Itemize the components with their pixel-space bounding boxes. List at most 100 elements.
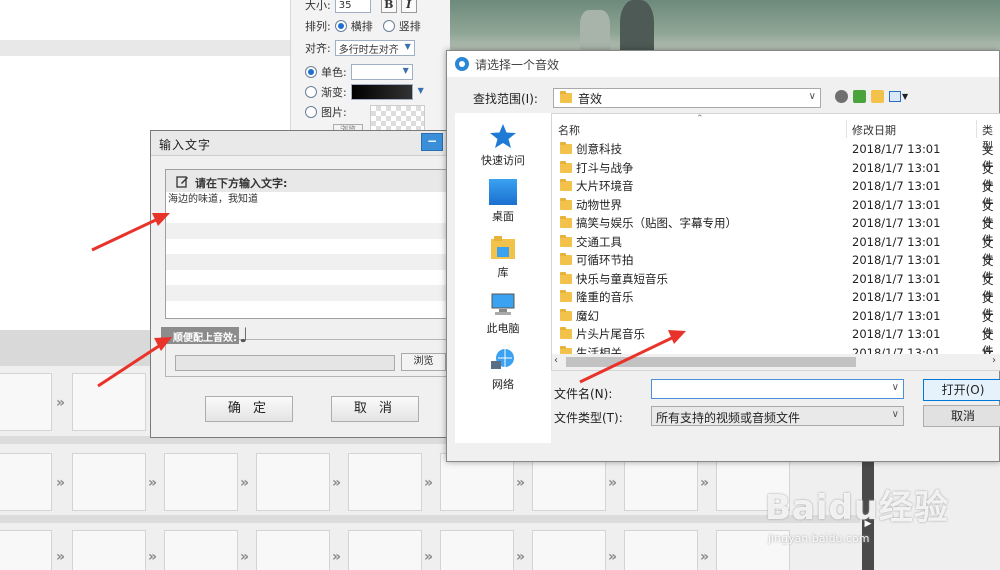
- chevron-right-icon: »: [332, 549, 342, 565]
- place-label: 库: [497, 266, 509, 279]
- file-row[interactable]: 交通工具 2018/1/7 13:01 文件: [552, 233, 1000, 266]
- column-name[interactable]: 名称: [558, 122, 580, 138]
- desktop-icon: [489, 179, 517, 205]
- timeline-clip[interactable]: [72, 373, 146, 431]
- chevron-right-icon: »: [516, 549, 526, 565]
- timeline-clip[interactable]: [0, 530, 52, 570]
- chevron-right-icon[interactable]: ›: [992, 355, 996, 366]
- scrollbar-thumb[interactable]: [566, 357, 856, 367]
- column-date[interactable]: 修改日期: [852, 122, 896, 138]
- places-bar: 快速访问 桌面 库 此电脑 网络: [455, 113, 551, 443]
- timeline-clip[interactable]: [440, 530, 514, 570]
- text-input-header: 请在下方输入文字:: [166, 170, 450, 192]
- filetype-select[interactable]: 所有支持的视频或音频文件 ∨: [651, 406, 904, 426]
- timeline-divider: [0, 515, 860, 523]
- text-line-empty[interactable]: [166, 270, 450, 286]
- chevron-left-icon[interactable]: ‹: [554, 355, 558, 366]
- audio-path-field[interactable]: [175, 355, 395, 371]
- place-network[interactable]: 网络: [455, 347, 551, 392]
- back-icon[interactable]: [835, 90, 848, 103]
- file-date: 2018/1/7 13:01: [852, 160, 941, 175]
- file-row[interactable]: 搞笑与娱乐（贴图、字幕专用） 2018/1/7 13:01 文件: [552, 214, 1000, 247]
- file-name: 打斗与战争: [560, 160, 634, 176]
- place-libraries[interactable]: 库: [455, 235, 551, 280]
- place-quick-access[interactable]: 快速访问: [455, 123, 551, 168]
- file-row[interactable]: 打斗与战争 2018/1/7 13:01 文件: [552, 159, 1000, 192]
- gradient-radio[interactable]: [305, 86, 317, 98]
- cancel-button[interactable]: 取消: [923, 405, 1000, 427]
- timeline-clip[interactable]: [532, 530, 606, 570]
- file-row[interactable]: 隆重的音乐 2018/1/7 13:01 文件: [552, 288, 1000, 321]
- dialog-title: 输入文字: [151, 131, 449, 156]
- file-row[interactable]: 片头片尾音乐 2018/1/7 13:01 文件: [552, 325, 1000, 358]
- new-folder-icon[interactable]: [871, 90, 884, 103]
- timeline-clip[interactable]: [72, 530, 146, 570]
- file-row[interactable]: 动物世界 2018/1/7 13:01 文件: [552, 196, 1000, 229]
- align-select[interactable]: 多行时左对齐 ▼: [334, 40, 415, 56]
- timeline-clip[interactable]: [624, 530, 698, 570]
- timeline-clip[interactable]: [348, 453, 422, 511]
- text-line-empty[interactable]: [166, 239, 450, 255]
- solid-color-select[interactable]: ▼: [350, 64, 413, 80]
- vertical-radio[interactable]: [382, 20, 395, 32]
- file-date: 2018/1/7 13:01: [852, 179, 941, 193]
- filetype-value: 所有支持的视频或音频文件: [656, 411, 801, 425]
- file-name-text: 魔幻: [576, 308, 599, 323]
- text-line-empty[interactable]: [166, 301, 450, 317]
- input-text-dialog: 输入文字 − 请在下方输入文字: 海边的味道，我知道 顺便配上音效: ♩ 浏览 …: [150, 130, 451, 438]
- solid-radio[interactable]: [305, 66, 317, 78]
- file-row[interactable]: 可循环节拍 2018/1/7 13:01 文件: [552, 251, 1000, 284]
- chevron-right-icon: »: [700, 475, 710, 491]
- text-line-empty[interactable]: [166, 254, 450, 270]
- gradient-select[interactable]: ▼: [350, 84, 424, 100]
- file-row[interactable]: 创意科技 2018/1/7 13:01 文件: [552, 140, 1000, 173]
- cancel-button[interactable]: 取 消: [331, 396, 419, 422]
- image-radio[interactable]: [305, 106, 317, 118]
- file-name: 动物世界: [560, 197, 622, 213]
- audio-browse-button[interactable]: 浏览: [401, 353, 446, 371]
- text-line-empty[interactable]: [166, 285, 450, 301]
- place-desktop[interactable]: 桌面: [455, 179, 551, 224]
- look-in-select[interactable]: 音效 ∨: [553, 88, 821, 108]
- filename-input[interactable]: ∨: [651, 379, 904, 399]
- horizontal-radio[interactable]: [334, 20, 347, 32]
- timeline-clip[interactable]: [348, 530, 422, 570]
- place-this-pc[interactable]: 此电脑: [455, 291, 551, 336]
- file-list[interactable]: 名称 ⌃ 修改日期 类型 创意科技 2018/1/7 13:01 文件 打斗与战争 20…: [551, 113, 1000, 371]
- text-line[interactable]: 海边的味道，我知道: [166, 192, 450, 208]
- edit-icon: [176, 175, 189, 191]
- timeline-clip[interactable]: [72, 453, 146, 511]
- file-name: 搞笑与娱乐（贴图、字幕专用）: [560, 215, 737, 231]
- file-row[interactable]: 快乐与童真短音乐 2018/1/7 13:01 文件: [552, 270, 1000, 303]
- chevron-down-icon[interactable]: ∨: [892, 382, 899, 393]
- ok-button[interactable]: 确 定: [205, 396, 293, 422]
- file-row[interactable]: 魔幻 2018/1/7 13:01 文件: [552, 307, 1000, 340]
- timeline-clip[interactable]: [0, 453, 52, 511]
- minimize-button[interactable]: −: [421, 133, 443, 151]
- bold-button[interactable]: B: [380, 0, 397, 13]
- watermark-url: jingyan.baidu.com: [768, 532, 870, 545]
- chevron-right-icon: »: [700, 549, 710, 565]
- timeline-clip[interactable]: [256, 530, 330, 570]
- view-menu-icon[interactable]: ▼: [889, 90, 911, 103]
- open-button[interactable]: 打开(O): [923, 379, 1000, 401]
- up-folder-icon[interactable]: [853, 90, 866, 103]
- timeline-clip[interactable]: [256, 453, 330, 511]
- file-name: 交通工具: [560, 234, 622, 250]
- text-line-empty[interactable]: [166, 208, 450, 224]
- size-input[interactable]: 35: [334, 0, 371, 13]
- size-row: 大小: 35 B I: [305, 0, 417, 13]
- file-name: 创意科技: [560, 141, 622, 157]
- chevron-right-icon: »: [332, 475, 342, 491]
- file-name-text: 大片环境音: [576, 179, 634, 193]
- timeline-clip[interactable]: [0, 373, 52, 431]
- text-line-empty[interactable]: [166, 223, 450, 239]
- file-row[interactable]: 大片环境音 2018/1/7 13:01 文件: [552, 177, 1000, 210]
- timeline-clip[interactable]: [164, 453, 238, 511]
- timeline-clip[interactable]: [164, 530, 238, 570]
- text-input-area[interactable]: 请在下方输入文字: 海边的味道，我知道: [165, 169, 451, 319]
- italic-button[interactable]: I: [400, 0, 417, 13]
- dialog-titlebar: 请选择一个音效: [447, 51, 999, 77]
- folder-icon: [560, 253, 572, 265]
- horizontal-scrollbar[interactable]: ‹ ›: [552, 354, 1000, 370]
